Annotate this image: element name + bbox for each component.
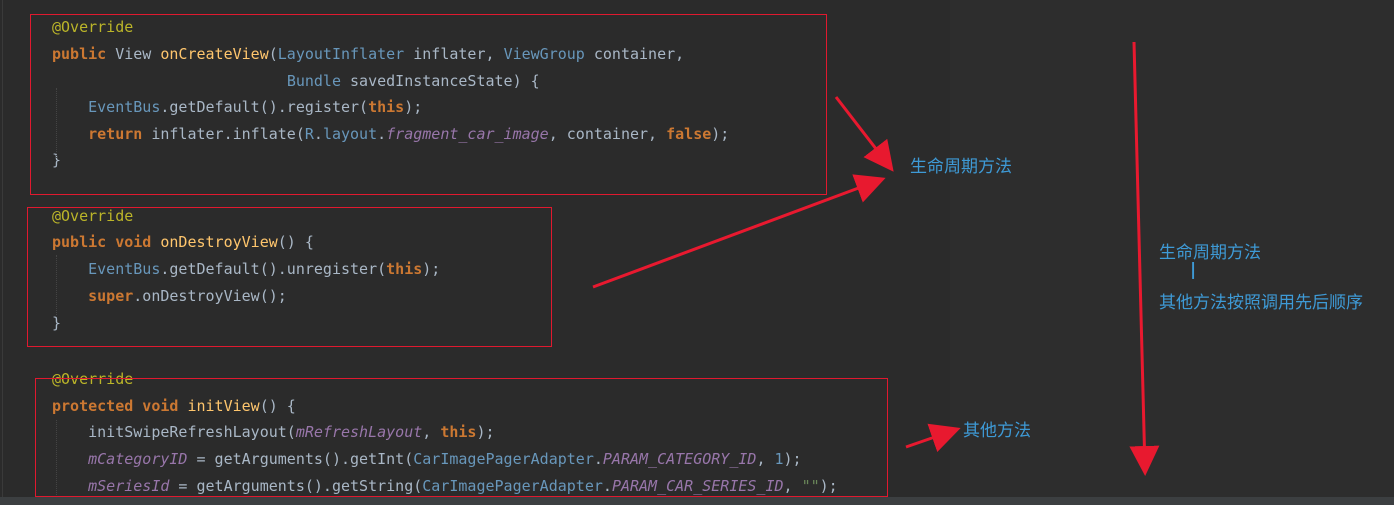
other-methods-label: 其他方法	[963, 421, 1031, 441]
order-title: 生命周期方法	[1159, 243, 1261, 263]
order-detail: 其他方法按照调用先后顺序	[1159, 293, 1363, 313]
lifecycle-label: 生命周期方法	[910, 157, 1012, 177]
arrow-other-label	[905, 423, 961, 453]
order-bar: |	[1190, 260, 1197, 280]
arrow-destroy-to-label	[592, 174, 886, 289]
arrow-create-to-label	[834, 96, 894, 172]
arrow-call-order	[1129, 41, 1160, 476]
